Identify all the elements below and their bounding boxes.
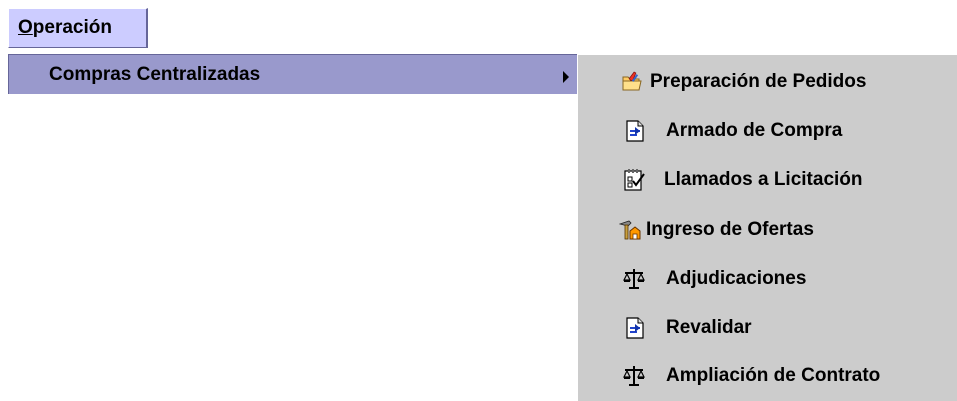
submenu-item-label: Revalidar: [666, 317, 752, 338]
submenu-item-label: Llamados a Licitación: [664, 169, 863, 190]
hammer-house-icon: [618, 219, 641, 241]
notepad-check-icon: [623, 169, 645, 191]
submenu-item-label: Adjudicaciones: [666, 268, 807, 289]
submenu-item-revalidar[interactable]: Revalidar: [578, 303, 957, 351]
submenu-item-ampliacion-contrato[interactable]: Ampliación de Contrato: [578, 351, 957, 399]
menu-item-compras-centralizadas[interactable]: Compras Centralizadas: [9, 55, 577, 94]
menu-operacion[interactable]: Operación: [8, 8, 148, 48]
submenu-item-preparacion-pedidos[interactable]: Preparación de Pedidos: [578, 57, 957, 105]
submenu-arrow-icon: [563, 71, 569, 83]
submenu-item-label: Armado de Compra: [666, 120, 843, 141]
submenu-item-label: Preparación de Pedidos: [650, 71, 867, 92]
document-icon: [624, 317, 646, 339]
submenu-item-ingreso-ofertas[interactable]: Ingreso de Ofertas: [578, 205, 957, 253]
menu-label: peración: [32, 17, 112, 38]
submenu-item-label: Ampliación de Contrato: [666, 365, 881, 386]
menu-mnemonic: O: [18, 17, 33, 38]
submenu-item-armado-compra[interactable]: Armado de Compra: [578, 106, 957, 154]
submenu-item-label: Ingreso de Ofertas: [646, 219, 814, 240]
document-icon: [624, 120, 646, 142]
submenu-item-llamados-licitacion[interactable]: Llamados a Licitación: [578, 155, 957, 203]
compras-submenu: Preparación de Pedidos Armado de Compra: [577, 54, 957, 401]
submenu-item-adjudicaciones[interactable]: Adjudicaciones: [578, 254, 957, 302]
menu-item-label: Compras Centralizadas: [49, 64, 261, 85]
menu-bar: Operación: [0, 0, 957, 54]
scales-icon: [623, 365, 645, 387]
folder-edit-icon: [621, 71, 643, 93]
scales-icon: [623, 268, 645, 290]
operacion-dropdown: Compras Centralizadas: [8, 54, 577, 94]
